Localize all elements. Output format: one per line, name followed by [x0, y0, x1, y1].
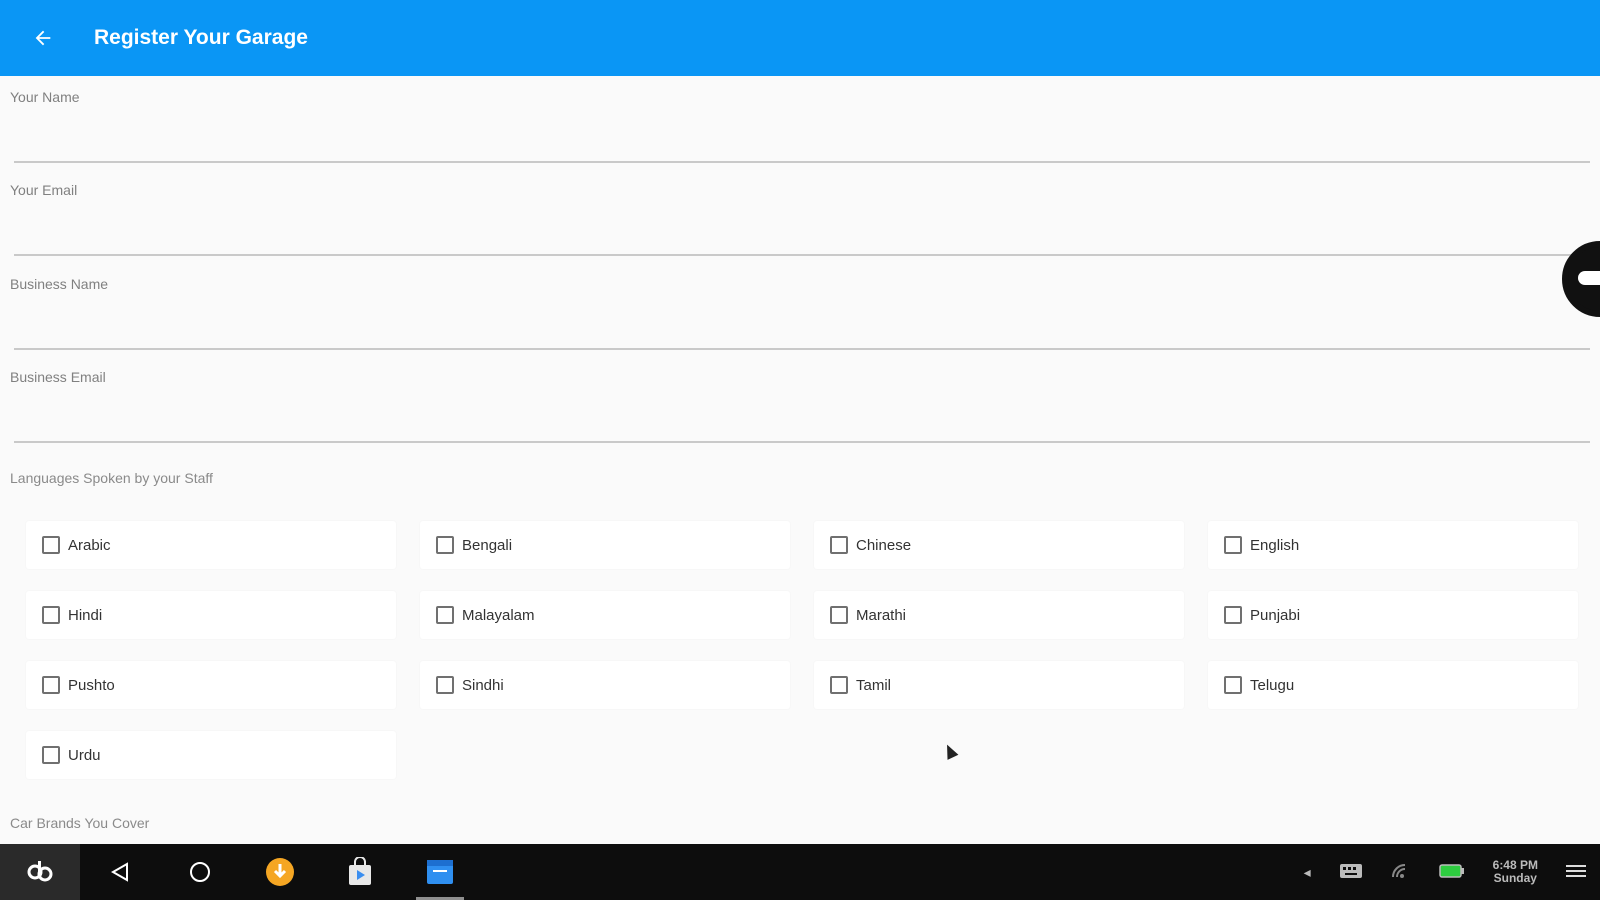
language-label: Marathi	[856, 606, 907, 624]
language-option-bengali[interactable]: Bengali	[420, 521, 790, 569]
phoenix-logo-icon	[27, 861, 53, 882]
language-label: Punjabi	[1250, 606, 1301, 624]
your-email-input[interactable]	[14, 222, 1590, 256]
business-email-input[interactable]	[14, 409, 1590, 443]
language-option-tamil[interactable]: Tamil	[814, 661, 1184, 709]
checkbox[interactable]	[830, 536, 848, 554]
language-label: Urdu	[68, 746, 101, 764]
checkbox[interactable]	[830, 676, 848, 694]
checkbox[interactable]	[1224, 536, 1242, 554]
start-menu-button[interactable]	[0, 844, 80, 900]
store-app-button[interactable]	[320, 844, 400, 900]
checkbox[interactable]	[42, 676, 60, 694]
language-label: Telugu	[1250, 676, 1295, 694]
language-option-telugu[interactable]: Telugu	[1208, 661, 1578, 709]
language-option-hindi[interactable]: Hindi	[26, 591, 396, 639]
store-bag-icon	[349, 857, 371, 885]
business-name-field: Business Name	[10, 276, 1590, 350]
clock-day: Sunday	[1493, 871, 1537, 885]
checkbox[interactable]	[830, 606, 848, 624]
tray-expand-icon[interactable]: ◂	[1304, 864, 1311, 881]
system-tray: ◂ 6:48 PM Sunday	[1290, 844, 1600, 900]
app-bar: Register Your Garage	[0, 0, 1600, 76]
checkbox[interactable]	[436, 676, 454, 694]
language-label: English	[1250, 536, 1300, 554]
checkbox[interactable]	[1224, 606, 1242, 624]
your-name-field: Your Name	[10, 89, 1590, 163]
taskbar: ◂ 6:48 PM Sunday	[0, 844, 1600, 900]
language-label: Sindhi	[462, 676, 504, 694]
download-app-icon	[266, 858, 294, 886]
languages-label: Languages Spoken by your Staff	[10, 470, 213, 486]
nav-home-button[interactable]	[160, 844, 240, 900]
home-circle-icon	[190, 862, 210, 882]
languages-grid: Arabic Bengali Chinese English Hindi Mal…	[26, 521, 1582, 779]
business-email-field: Business Email	[10, 369, 1590, 443]
checkbox[interactable]	[436, 606, 454, 624]
language-label: Bengali	[462, 536, 513, 554]
your-email-field: Your Email	[10, 182, 1590, 256]
business-name-label: Business Name	[10, 276, 109, 292]
language-option-pushto[interactable]: Pushto	[26, 661, 396, 709]
keyboard-icon[interactable]	[1339, 863, 1363, 882]
window-app-icon	[427, 860, 453, 884]
checkbox[interactable]	[42, 536, 60, 554]
checkbox[interactable]	[1224, 676, 1242, 694]
active-app-button[interactable]	[400, 844, 480, 900]
language-label: Tamil	[856, 676, 892, 694]
assistant-shape	[1578, 271, 1600, 285]
page-title: Register Your Garage	[94, 26, 308, 49]
language-option-chinese[interactable]: Chinese	[814, 521, 1184, 569]
language-label: Malayalam	[462, 606, 535, 624]
network-icon[interactable]	[1391, 863, 1411, 882]
language-label: Pushto	[68, 676, 115, 694]
your-email-label: Your Email	[10, 182, 78, 198]
your-name-input[interactable]	[14, 129, 1590, 163]
language-option-urdu[interactable]: Urdu	[26, 731, 396, 779]
language-option-punjabi[interactable]: Punjabi	[1208, 591, 1578, 639]
business-name-input[interactable]	[14, 316, 1590, 350]
business-email-label: Business Email	[10, 369, 106, 385]
car-brands-label: Car Brands You Cover	[10, 815, 150, 831]
battery-icon[interactable]	[1438, 863, 1465, 881]
language-label: Arabic	[68, 536, 111, 554]
language-option-english[interactable]: English	[1208, 521, 1578, 569]
language-option-sindhi[interactable]: Sindhi	[420, 661, 790, 709]
menu-icon[interactable]	[1566, 863, 1586, 882]
language-option-marathi[interactable]: Marathi	[814, 591, 1184, 639]
checkbox[interactable]	[436, 536, 454, 554]
your-name-label: Your Name	[10, 89, 80, 105]
language-option-arabic[interactable]: Arabic	[26, 521, 396, 569]
checkbox[interactable]	[42, 606, 60, 624]
language-label: Hindi	[68, 606, 103, 624]
back-triangle-icon	[110, 862, 128, 882]
language-label: Chinese	[856, 536, 912, 554]
nav-back-button[interactable]	[80, 844, 160, 900]
downloader-app-button[interactable]	[240, 844, 320, 900]
back-arrow-icon[interactable]	[30, 25, 56, 51]
language-option-malayalam[interactable]: Malayalam	[420, 591, 790, 639]
clock[interactable]: 6:48 PM Sunday	[1493, 859, 1538, 885]
checkbox[interactable]	[42, 746, 60, 764]
